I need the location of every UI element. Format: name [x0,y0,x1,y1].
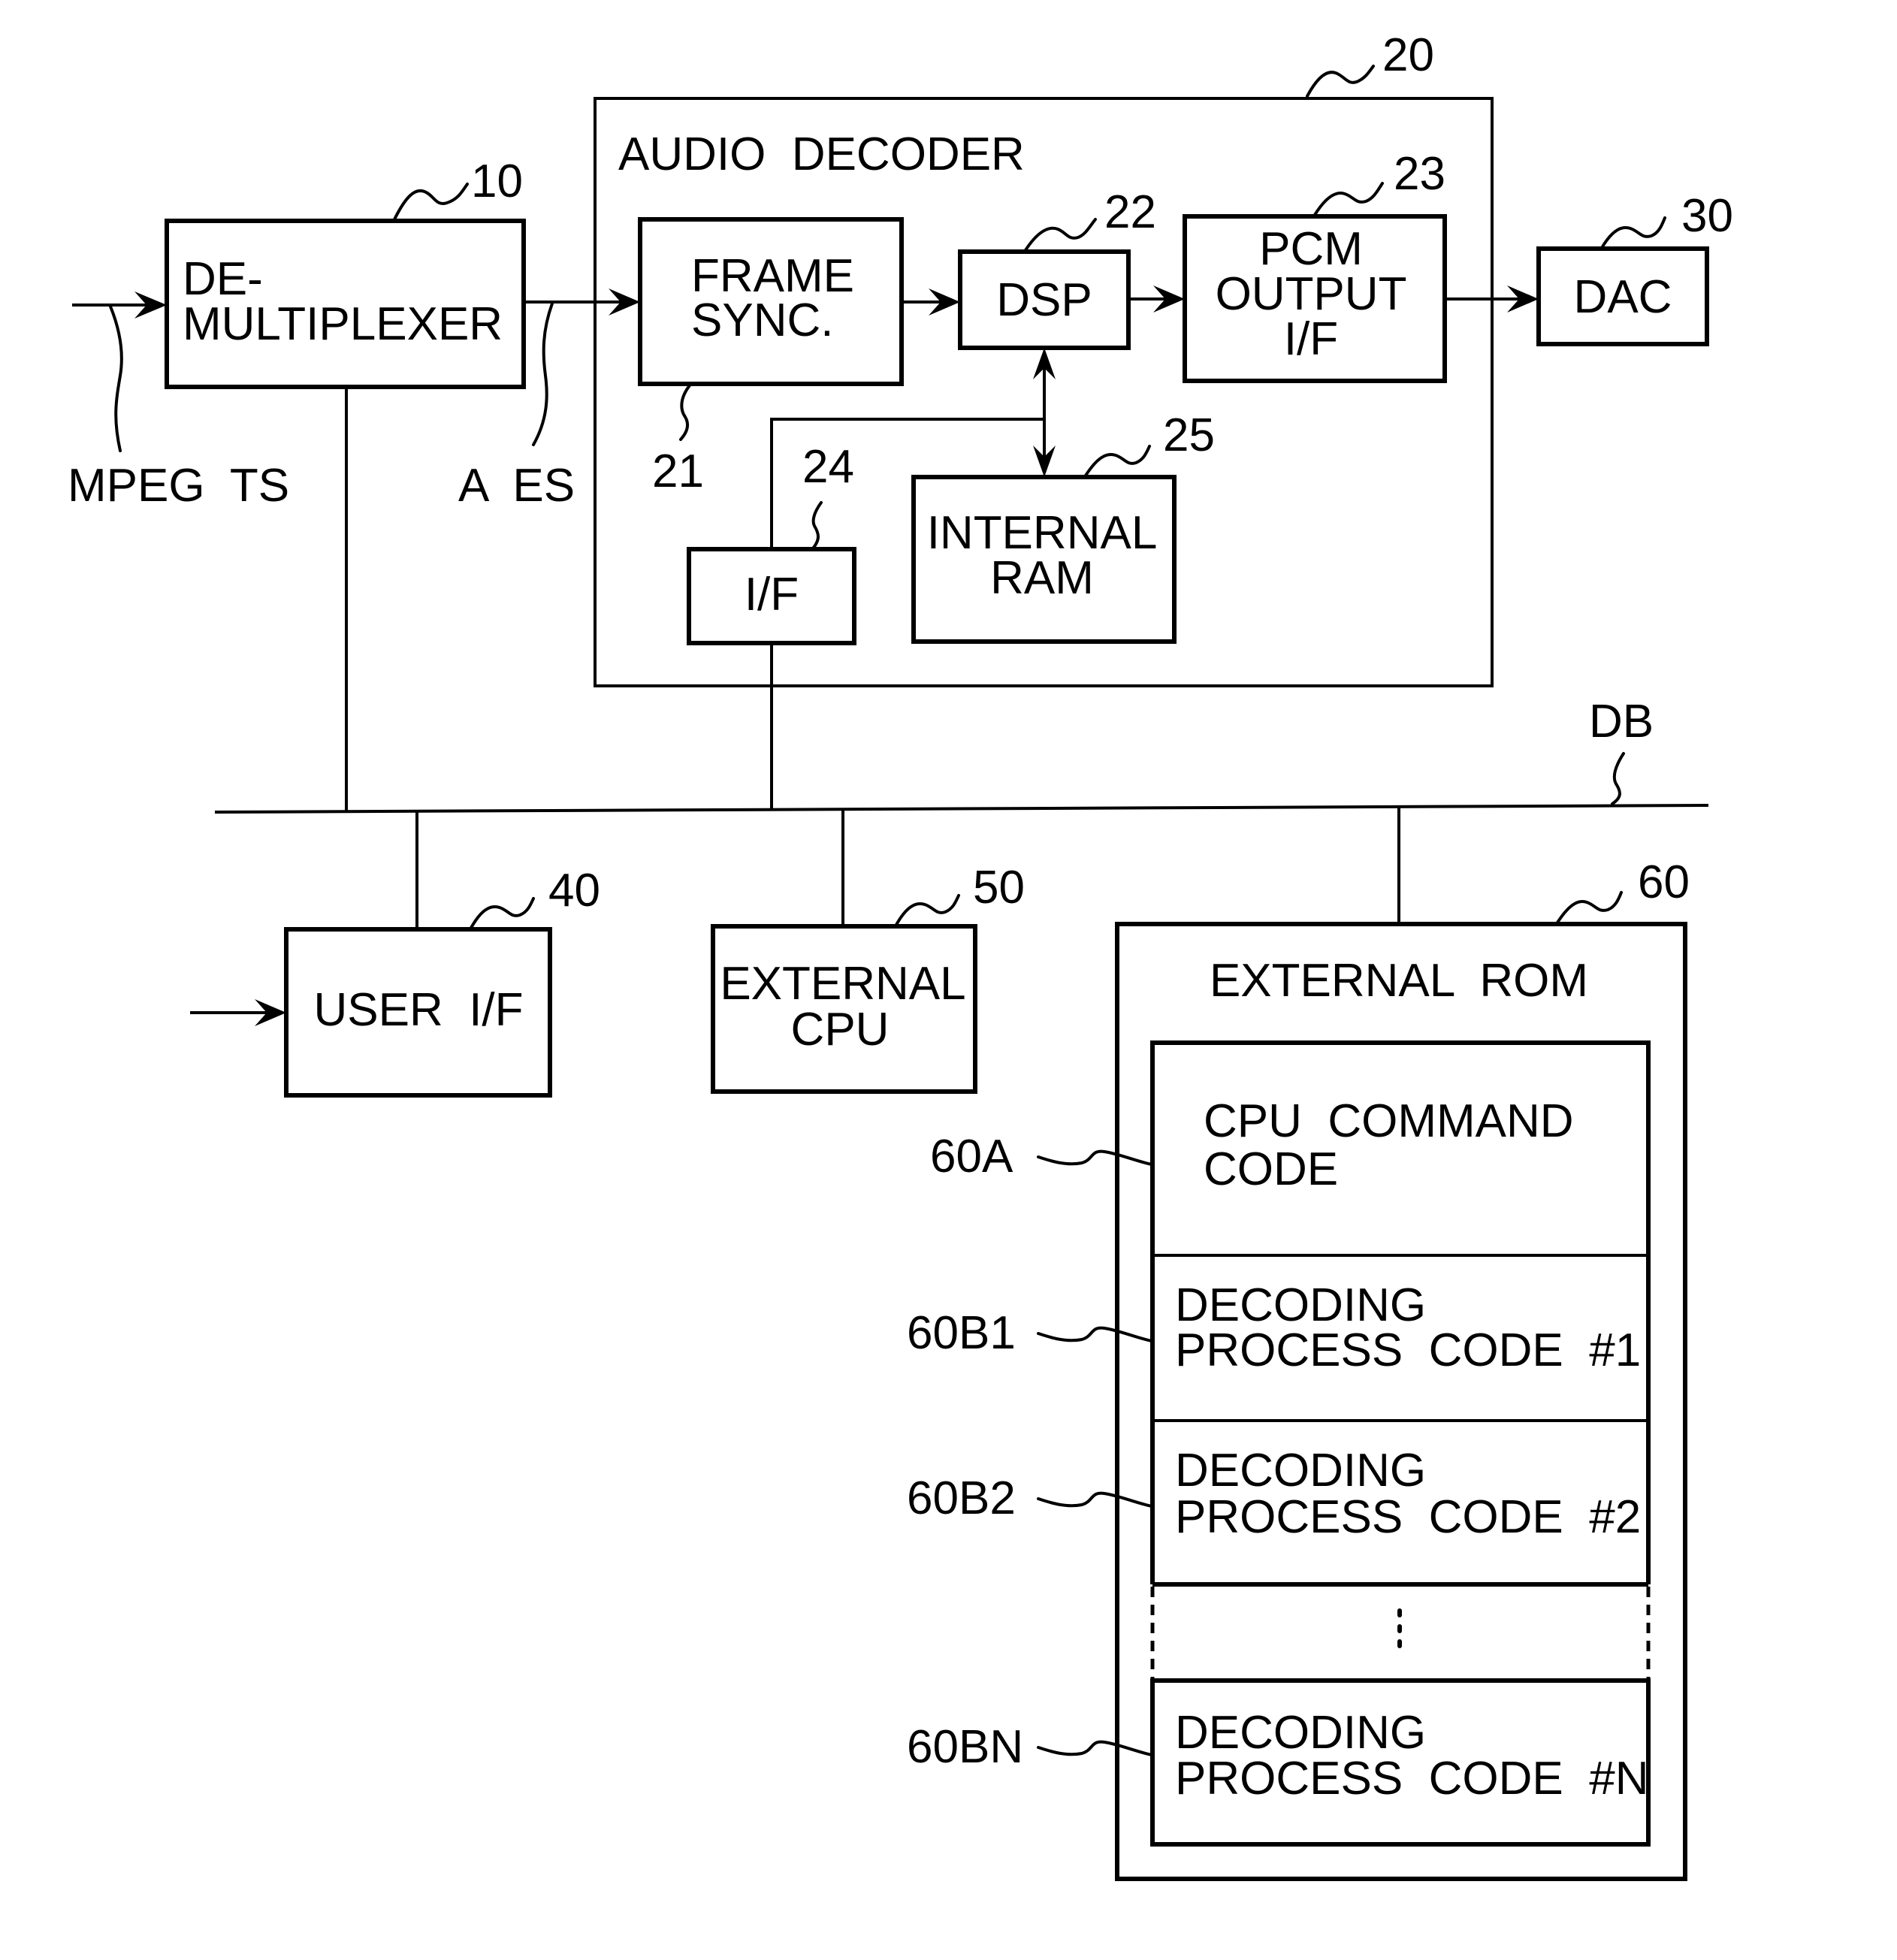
dac-block: DAC [1536,246,1709,346]
demux-ref-number: 10 [471,156,523,207]
rom-section-60b1: DECODING PROCESS CODE #1 [1150,1255,1651,1421]
pcm-output-label-line3: I/F [1284,313,1338,365]
internal-ram-label-line2: RAM [990,552,1094,604]
dsp-ref-number: 22 [1104,186,1156,238]
external-rom-title: EXTERNAL ROM [1210,955,1588,1007]
pcm-output-label-line2: OUTPUT [1216,268,1407,320]
interface-ref-leader [811,501,823,550]
data-bus-leader [1611,752,1625,805]
interface-block: I/F [687,547,856,645]
pcm-output-if-block: PCM OUTPUT I/F [1183,214,1447,383]
rom-section-60b2-line1: DECODING [1175,1445,1426,1496]
internal-ram-block: INTERNAL RAM [911,475,1177,644]
external-cpu-ref-leader [895,894,960,926]
external-cpu-label-line1: EXTERNAL [720,958,965,1010]
external-rom-block: EXTERNAL ROM CPU COMMAND CODE DECODING P… [1115,922,1687,1881]
rom-section-60bn-line2: PROCESS CODE #N [1175,1753,1648,1804]
user-if-ref-number: 40 [548,865,600,917]
rom-ref-60bn-leader [1037,1740,1153,1756]
internal-ram-label-line1: INTERNAL [927,507,1158,559]
dsp-ref-leader [1024,218,1097,252]
dsp-block: DSP [958,249,1131,350]
data-bus-line [214,804,1709,814]
frame-sync-label-line2: SYNC. [691,294,833,346]
internal-ram-ref-number: 25 [1163,409,1215,461]
dac-ref-leader [1600,216,1666,249]
dac-ref-number: 30 [1681,190,1733,242]
mpeg-ts-label: MPEG TS [68,460,289,512]
user-if-label: USER I/F [313,984,523,1036]
external-cpu-label-line2: CPU [791,1004,890,1056]
frame-sync-ref-leader [679,384,691,441]
rom-ref-60b2: 60B2 [907,1472,1016,1524]
data-bus-label: DB [1589,696,1654,747]
external-cpu-block: EXTERNAL CPU [711,924,977,1094]
rom-section-60b2-line2: PROCESS CODE #2 [1175,1491,1641,1543]
pcm-output-ref-number: 23 [1394,148,1445,200]
rom-section-60b1-line1: DECODING [1175,1279,1426,1331]
interface-label: I/F [745,569,799,621]
dac-label: DAC [1574,271,1672,323]
demultiplexer-block: DE- MULTIPLEXER [165,219,526,389]
user-if-ref-leader [470,897,535,929]
rom-ref-60bn: 60BN [907,1721,1023,1773]
rom-ref-60b2-leader [1037,1491,1153,1508]
user-if-block: USER I/F [284,927,552,1098]
audio-decoder-ref-leader [1306,65,1375,98]
a-es-label: A ES [458,460,575,512]
interface-ref-number: 24 [802,441,854,493]
rom-section-60b2: DECODING PROCESS CODE #2 [1150,1421,1651,1584]
external-rom-ref-number: 60 [1638,856,1690,908]
rom-section-60a: CPU COMMAND CODE [1150,1040,1651,1255]
audio-decoder-ref-number: 20 [1382,29,1434,81]
pcm-output-label-line1: PCM [1259,223,1363,275]
rom-ref-60b1-leader [1037,1326,1153,1342]
rom-section-60a-line2: CODE [1204,1143,1338,1195]
rom-section-60b1-line2: PROCESS CODE #1 [1175,1324,1641,1376]
pcm-output-ref-leader [1313,182,1384,216]
external-rom-ref-leader [1556,891,1623,924]
a-es-leader [532,302,554,446]
block-diagram: DE- MULTIPLEXER 10 MPEG TS A ES AUDIO DE… [68,29,1733,1881]
mpeg-ts-leader [109,305,123,452]
demux-label-line1: DE- [183,253,263,305]
dsp-label: DSP [996,274,1092,326]
audio-decoder-title: AUDIO DECODER [618,128,1025,180]
frame-sync-block: FRAME SYNC. [638,217,904,386]
frame-sync-ref-number: 21 [652,445,704,497]
rom-ref-60a-leader [1037,1149,1153,1166]
ellipsis-icon [1397,1608,1402,1648]
rom-ref-60a: 60A [930,1131,1013,1182]
rom-section-60bn-line1: DECODING [1175,1707,1426,1759]
external-cpu-ref-number: 50 [973,862,1025,914]
rom-section-60a-line1: CPU COMMAND [1204,1095,1574,1147]
demux-ref-leader [393,183,469,221]
internal-ram-ref-leader [1084,445,1151,477]
rom-ref-60b1: 60B1 [907,1307,1016,1359]
demux-label-line2: MULTIPLEXER [183,298,503,350]
rom-section-60bn: DECODING PROCESS CODE #N [1150,1678,1651,1847]
